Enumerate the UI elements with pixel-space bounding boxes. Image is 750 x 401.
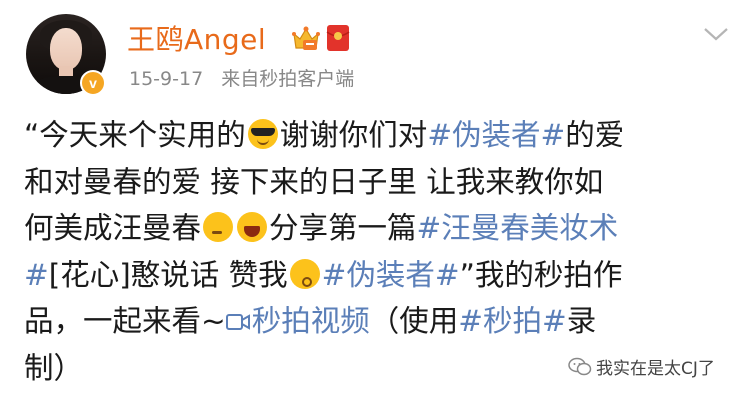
- post-text-segment: 制）: [24, 350, 84, 385]
- username[interactable]: 王鸥Angel: [127, 18, 266, 58]
- cool-emoji-icon: [247, 119, 278, 149]
- post-line: 何美成汪曼春 分享第一篇#汪曼春美妆术: [24, 205, 724, 252]
- video-icon: [225, 314, 250, 330]
- topic-link-weizhuangzhe[interactable]: #伪装者#: [427, 118, 565, 152]
- post-text-segment: 何美成汪曼春: [24, 211, 202, 245]
- post-text-segment: ”我的秒拍作: [459, 257, 623, 292]
- red-packet-icon[interactable]: [326, 24, 350, 52]
- post-text-segment: “今天来个实用的: [24, 118, 246, 152]
- verified-badge-icon: v: [80, 70, 106, 96]
- post-line: #[花心]憨说话 赞我 #伪装者#”我的秒拍作: [24, 252, 724, 299]
- post-text-segment: 和对曼春的爱 接下来的日子里 让我来教你如: [24, 164, 604, 199]
- post-text-segment: 谢谢你们对: [279, 118, 428, 152]
- post-text-segment: [花心]憨说话 赞我: [48, 257, 288, 292]
- laughing-emoji-icon: [237, 212, 268, 242]
- topic-link-makeup-end[interactable]: #: [24, 258, 49, 292]
- post-date[interactable]: 15-9-17: [129, 68, 203, 90]
- post-line: 品，一起来看~ 秒拍视频（使用#秒拍#录: [24, 298, 724, 345]
- video-link[interactable]: 秒拍视频: [225, 304, 370, 338]
- post-text-segment: 分享第一篇: [269, 211, 417, 245]
- post-line: 和对曼春的爱 接下来的日子里 让我来教你如: [24, 159, 724, 206]
- wechat-icon: [568, 357, 592, 375]
- post-text-segment: 录: [566, 304, 597, 338]
- post-line: “今天来个实用的 谢谢你们对#伪装者#的爱: [24, 112, 724, 159]
- post-source[interactable]: 来自秒拍客户端: [221, 68, 354, 90]
- post-text-segment: 的爱: [565, 118, 625, 152]
- post-text-segment: 品，一起来看~: [24, 304, 226, 338]
- topic-link-miaopai[interactable]: #秒拍#: [458, 304, 566, 338]
- topic-link-makeup[interactable]: #汪曼春美妆术: [417, 211, 619, 245]
- video-link-label: 秒拍视频: [251, 304, 370, 338]
- post-text-segment: （使用: [369, 304, 459, 338]
- watermark: 我实在是太CJ了: [568, 354, 715, 379]
- topic-link-weizhuangzhe[interactable]: #伪装者#: [322, 258, 460, 292]
- chevron-down-icon[interactable]: [703, 26, 729, 42]
- crown-icon[interactable]: [291, 24, 321, 52]
- kiss-emoji-icon: [289, 258, 320, 289]
- watermark-text: 我实在是太CJ了: [596, 359, 715, 379]
- post-meta: 15-9-17 来自秒拍客户端: [129, 64, 366, 91]
- thinking-emoji-icon: [203, 212, 234, 242]
- post-text: “今天来个实用的 谢谢你们对#伪装者#的爱 和对曼春的爱 接下来的日子里 让我来教…: [24, 112, 724, 391]
- avatar-face: [50, 28, 82, 70]
